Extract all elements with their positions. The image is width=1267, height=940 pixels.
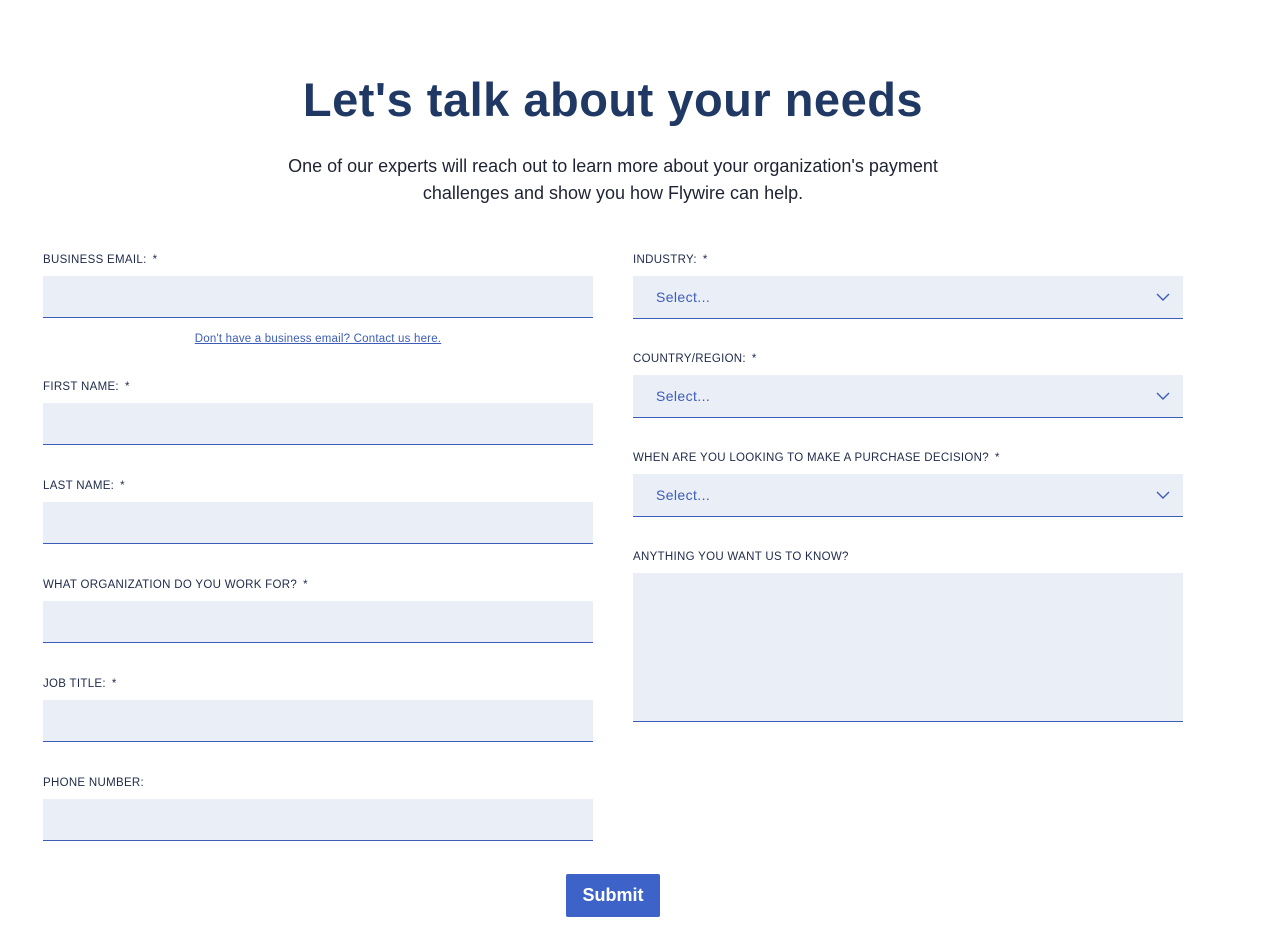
first-name-input[interactable]	[43, 403, 593, 445]
notes-textarea[interactable]	[633, 573, 1183, 722]
industry-label: INDUSTRY: *	[633, 254, 708, 266]
required-marker: *	[111, 678, 117, 690]
chevron-down-icon	[1156, 491, 1170, 499]
phone-label-text: PHONE NUMBER:	[43, 777, 145, 789]
phone-input[interactable]	[43, 799, 593, 841]
job-title-label-text: JOB TITLE:	[43, 678, 106, 690]
business-email-label-text: BUSINESS EMAIL:	[43, 254, 147, 266]
purchase-decision-select[interactable]: Select...	[633, 474, 1183, 517]
industry-label-text: INDUSTRY:	[633, 254, 697, 266]
contact-us-link[interactable]: Don't have a business email? Contact us …	[43, 333, 593, 345]
page-subtitle: One of our experts will reach out to lea…	[288, 156, 938, 203]
industry-select[interactable]: Select...	[633, 276, 1183, 319]
required-marker: *	[303, 579, 308, 591]
country-label: COUNTRY/REGION: *	[633, 353, 757, 365]
industry-select-value: Select...	[656, 289, 711, 305]
required-marker: *	[152, 254, 158, 266]
last-name-label: LAST NAME: *	[43, 480, 125, 492]
required-marker: *	[994, 452, 1000, 464]
purchase-decision-label-text: WHEN ARE YOU LOOKING TO MAKE A PURCHASE …	[633, 452, 989, 464]
page-title: Let's talk about your needs	[302, 73, 924, 126]
business-email-label: BUSINESS EMAIL: *	[43, 254, 157, 266]
organization-label: WHAT ORGANIZATION DO YOU WORK FOR? *	[43, 579, 308, 591]
chevron-down-icon	[1156, 392, 1170, 400]
last-name-label-text: LAST NAME:	[43, 480, 115, 492]
first-name-label: FIRST NAME: *	[43, 381, 130, 393]
business-email-input[interactable]	[43, 276, 593, 318]
required-marker: *	[120, 480, 125, 492]
contact-form-page: Let's talk about your needs One of our e…	[0, 0, 1267, 940]
required-marker: *	[751, 353, 757, 365]
required-marker: *	[124, 381, 130, 393]
organization-input[interactable]	[43, 601, 593, 643]
country-select-value: Select...	[656, 388, 711, 404]
notes-label: ANYTHING YOU WANT US TO KNOW?	[633, 551, 849, 563]
required-marker: *	[702, 254, 708, 266]
notes-label-text: ANYTHING YOU WANT US TO KNOW?	[633, 551, 849, 563]
purchase-decision-label: WHEN ARE YOU LOOKING TO MAKE A PURCHASE …	[633, 452, 1000, 464]
chevron-down-icon	[1156, 293, 1170, 301]
job-title-label: JOB TITLE: *	[43, 678, 117, 690]
country-label-text: COUNTRY/REGION:	[633, 353, 746, 365]
submit-button[interactable]: Submit	[566, 874, 660, 917]
first-name-label-text: FIRST NAME:	[43, 381, 119, 393]
last-name-input[interactable]	[43, 502, 593, 544]
purchase-decision-select-value: Select...	[656, 487, 711, 503]
organization-label-text: WHAT ORGANIZATION DO YOU WORK FOR?	[43, 579, 298, 591]
phone-label: PHONE NUMBER:	[43, 777, 144, 789]
country-select[interactable]: Select...	[633, 375, 1183, 418]
job-title-input[interactable]	[43, 700, 593, 742]
